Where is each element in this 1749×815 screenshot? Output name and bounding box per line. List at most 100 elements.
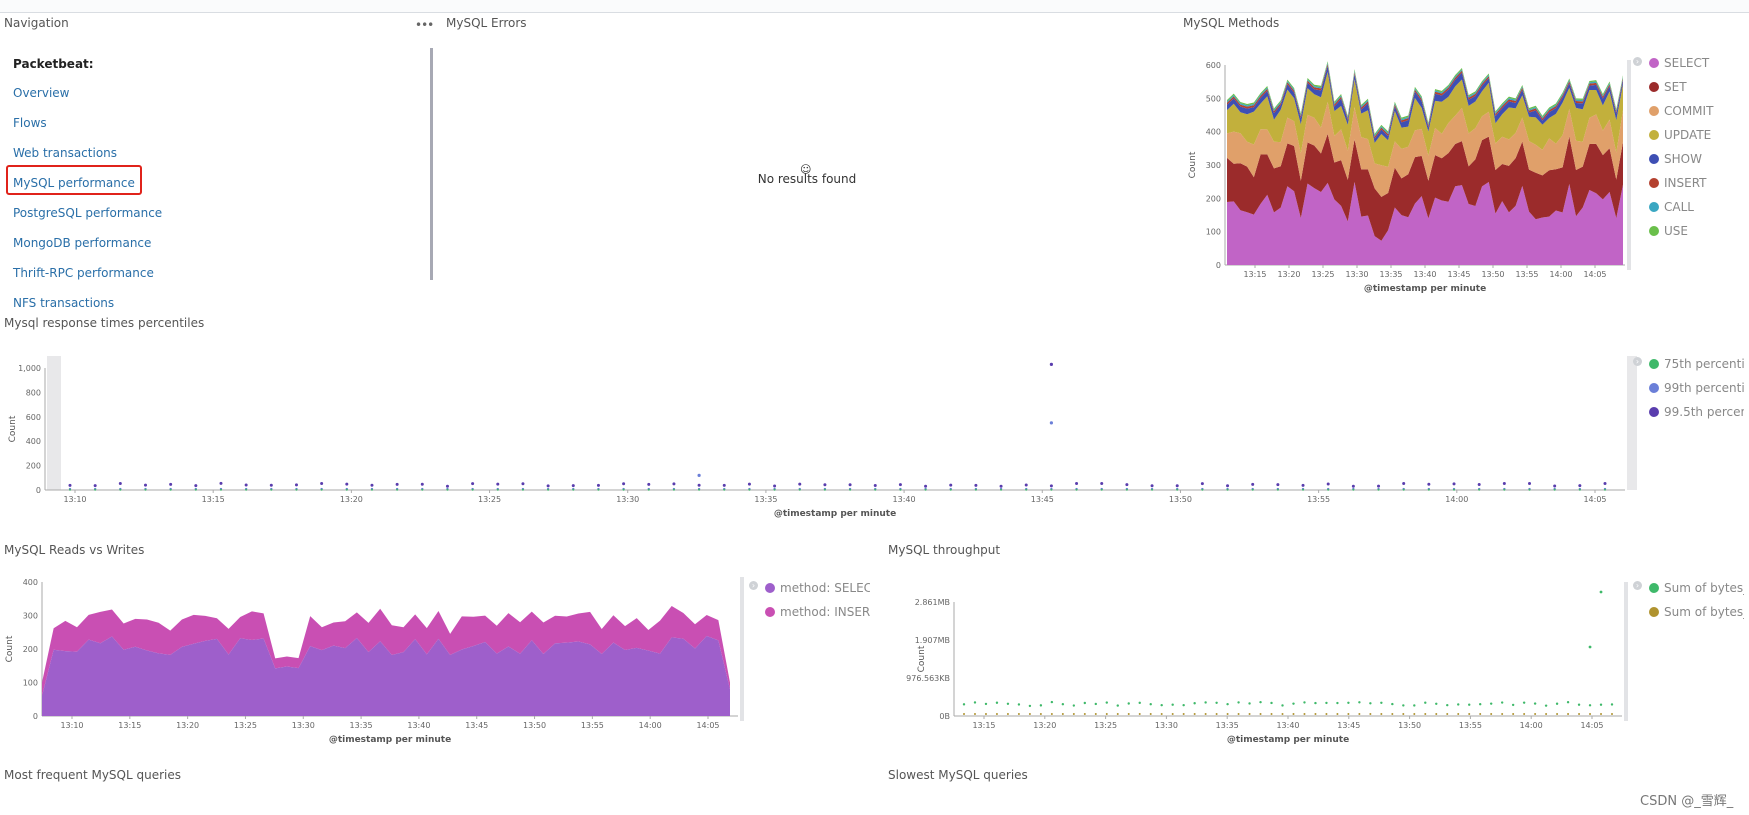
data-point[interactable] bbox=[1072, 713, 1075, 715]
data-point[interactable] bbox=[1049, 362, 1053, 366]
data-point[interactable] bbox=[1402, 704, 1405, 707]
data-point[interactable] bbox=[1511, 703, 1515, 707]
data-point[interactable] bbox=[1369, 713, 1372, 715]
legend-item[interactable]: 75th percentil... bbox=[1649, 357, 1744, 371]
data-point[interactable] bbox=[294, 483, 298, 487]
data-point[interactable] bbox=[1100, 488, 1103, 491]
data-point[interactable] bbox=[773, 488, 776, 491]
data-point[interactable] bbox=[1446, 713, 1449, 715]
data-point[interactable] bbox=[1336, 701, 1339, 705]
data-point[interactable] bbox=[1523, 713, 1526, 715]
data-point[interactable] bbox=[1248, 702, 1251, 705]
data-point[interactable] bbox=[1512, 713, 1515, 715]
nav-link-web-transactions[interactable]: Web transactions bbox=[13, 146, 117, 160]
data-point[interactable] bbox=[984, 702, 988, 706]
data-point[interactable] bbox=[219, 488, 222, 491]
data-point[interactable] bbox=[1567, 713, 1570, 715]
data-point[interactable] bbox=[496, 488, 499, 491]
data-point[interactable] bbox=[420, 482, 424, 486]
data-point[interactable] bbox=[547, 488, 550, 491]
data-point[interactable] bbox=[421, 488, 424, 491]
data-point[interactable] bbox=[1501, 713, 1504, 715]
data-point[interactable] bbox=[1453, 488, 1456, 491]
data-point[interactable] bbox=[1588, 704, 1592, 707]
data-point[interactable] bbox=[1528, 481, 1532, 485]
data-point[interactable] bbox=[270, 488, 273, 491]
data-point[interactable] bbox=[194, 488, 197, 491]
data-point[interactable] bbox=[1301, 483, 1305, 487]
data-point[interactable] bbox=[1347, 701, 1350, 704]
mysql-methods-chart[interactable]: 0 100 200 300 400 500 600 13:15 13:20 13:25 13:30 1… bbox=[1180, 50, 1640, 300]
data-point[interactable] bbox=[370, 488, 373, 491]
data-point[interactable] bbox=[1075, 481, 1079, 485]
data-point[interactable] bbox=[1553, 488, 1556, 491]
data-point[interactable] bbox=[1599, 703, 1603, 706]
data-point[interactable] bbox=[1193, 702, 1196, 705]
data-point[interactable] bbox=[874, 488, 877, 491]
data-point[interactable] bbox=[1553, 484, 1557, 488]
legend-item[interactable]: SET bbox=[1649, 80, 1744, 94]
data-point[interactable] bbox=[1292, 702, 1295, 705]
data-point[interactable] bbox=[1138, 701, 1141, 705]
data-point[interactable] bbox=[1435, 702, 1438, 705]
data-point[interactable] bbox=[1377, 484, 1381, 488]
data-point[interactable] bbox=[1327, 488, 1330, 491]
data-point[interactable] bbox=[1413, 713, 1416, 715]
data-point[interactable] bbox=[1555, 702, 1559, 705]
data-point[interactable] bbox=[1276, 483, 1280, 487]
data-point[interactable] bbox=[1479, 713, 1482, 715]
data-point[interactable] bbox=[1325, 713, 1328, 715]
data-point[interactable] bbox=[1427, 482, 1431, 486]
data-point[interactable] bbox=[1248, 713, 1251, 715]
data-point[interactable] bbox=[1039, 713, 1042, 715]
data-point[interactable] bbox=[370, 483, 374, 487]
data-point[interactable] bbox=[1477, 483, 1481, 487]
data-point[interactable] bbox=[1215, 701, 1218, 705]
data-point[interactable] bbox=[1545, 713, 1548, 715]
data-point[interactable] bbox=[1314, 701, 1317, 705]
data-point[interactable] bbox=[974, 483, 978, 487]
legend-item[interactable]: USE bbox=[1649, 224, 1744, 238]
data-point[interactable] bbox=[144, 488, 147, 491]
nav-link-thrift-rpc-performance[interactable]: Thrift-RPC performance bbox=[13, 266, 154, 280]
data-point[interactable] bbox=[345, 488, 348, 491]
legend-toggle-icon[interactable]: › bbox=[1633, 581, 1642, 590]
data-point[interactable] bbox=[647, 482, 651, 486]
data-point[interactable] bbox=[1589, 713, 1592, 715]
data-point[interactable] bbox=[949, 488, 952, 491]
data-point[interactable] bbox=[1479, 703, 1482, 706]
data-point[interactable] bbox=[1182, 703, 1185, 707]
data-point[interactable] bbox=[1182, 713, 1185, 715]
legend-item[interactable]: Sum of bytes_i... bbox=[1649, 605, 1744, 619]
data-point[interactable] bbox=[1160, 703, 1163, 707]
data-point[interactable] bbox=[1503, 488, 1506, 491]
data-point[interactable] bbox=[1259, 713, 1262, 715]
data-point[interactable] bbox=[1578, 713, 1581, 715]
data-point[interactable] bbox=[1094, 713, 1097, 715]
data-point[interactable] bbox=[1427, 488, 1430, 491]
data-point[interactable] bbox=[697, 483, 701, 487]
data-point[interactable] bbox=[747, 482, 751, 486]
throughput-chart[interactable]: 0B 976.563KB 1.907MB 2.861MB 13:15 13:20 13:25… bbox=[884, 570, 1634, 750]
data-point[interactable] bbox=[1116, 713, 1119, 715]
data-point[interactable] bbox=[722, 483, 726, 487]
data-point[interactable] bbox=[1100, 482, 1104, 486]
data-point[interactable] bbox=[1259, 700, 1262, 704]
data-point[interactable] bbox=[1127, 713, 1130, 715]
data-point[interactable] bbox=[396, 488, 399, 491]
data-point[interactable] bbox=[898, 483, 902, 487]
data-point[interactable] bbox=[1402, 481, 1406, 485]
data-point[interactable] bbox=[723, 488, 726, 491]
data-point[interactable] bbox=[295, 488, 298, 491]
data-point[interactable] bbox=[873, 483, 877, 487]
data-point[interactable] bbox=[446, 488, 449, 491]
data-point[interactable] bbox=[1380, 713, 1383, 715]
data-point[interactable] bbox=[1028, 713, 1031, 715]
data-point[interactable] bbox=[984, 713, 987, 715]
data-point[interactable] bbox=[1175, 484, 1179, 488]
data-point[interactable] bbox=[320, 481, 324, 485]
data-point[interactable] bbox=[1024, 483, 1028, 487]
data-point[interactable] bbox=[1061, 703, 1065, 706]
data-point[interactable] bbox=[1358, 701, 1361, 704]
data-point[interactable] bbox=[1489, 702, 1493, 705]
